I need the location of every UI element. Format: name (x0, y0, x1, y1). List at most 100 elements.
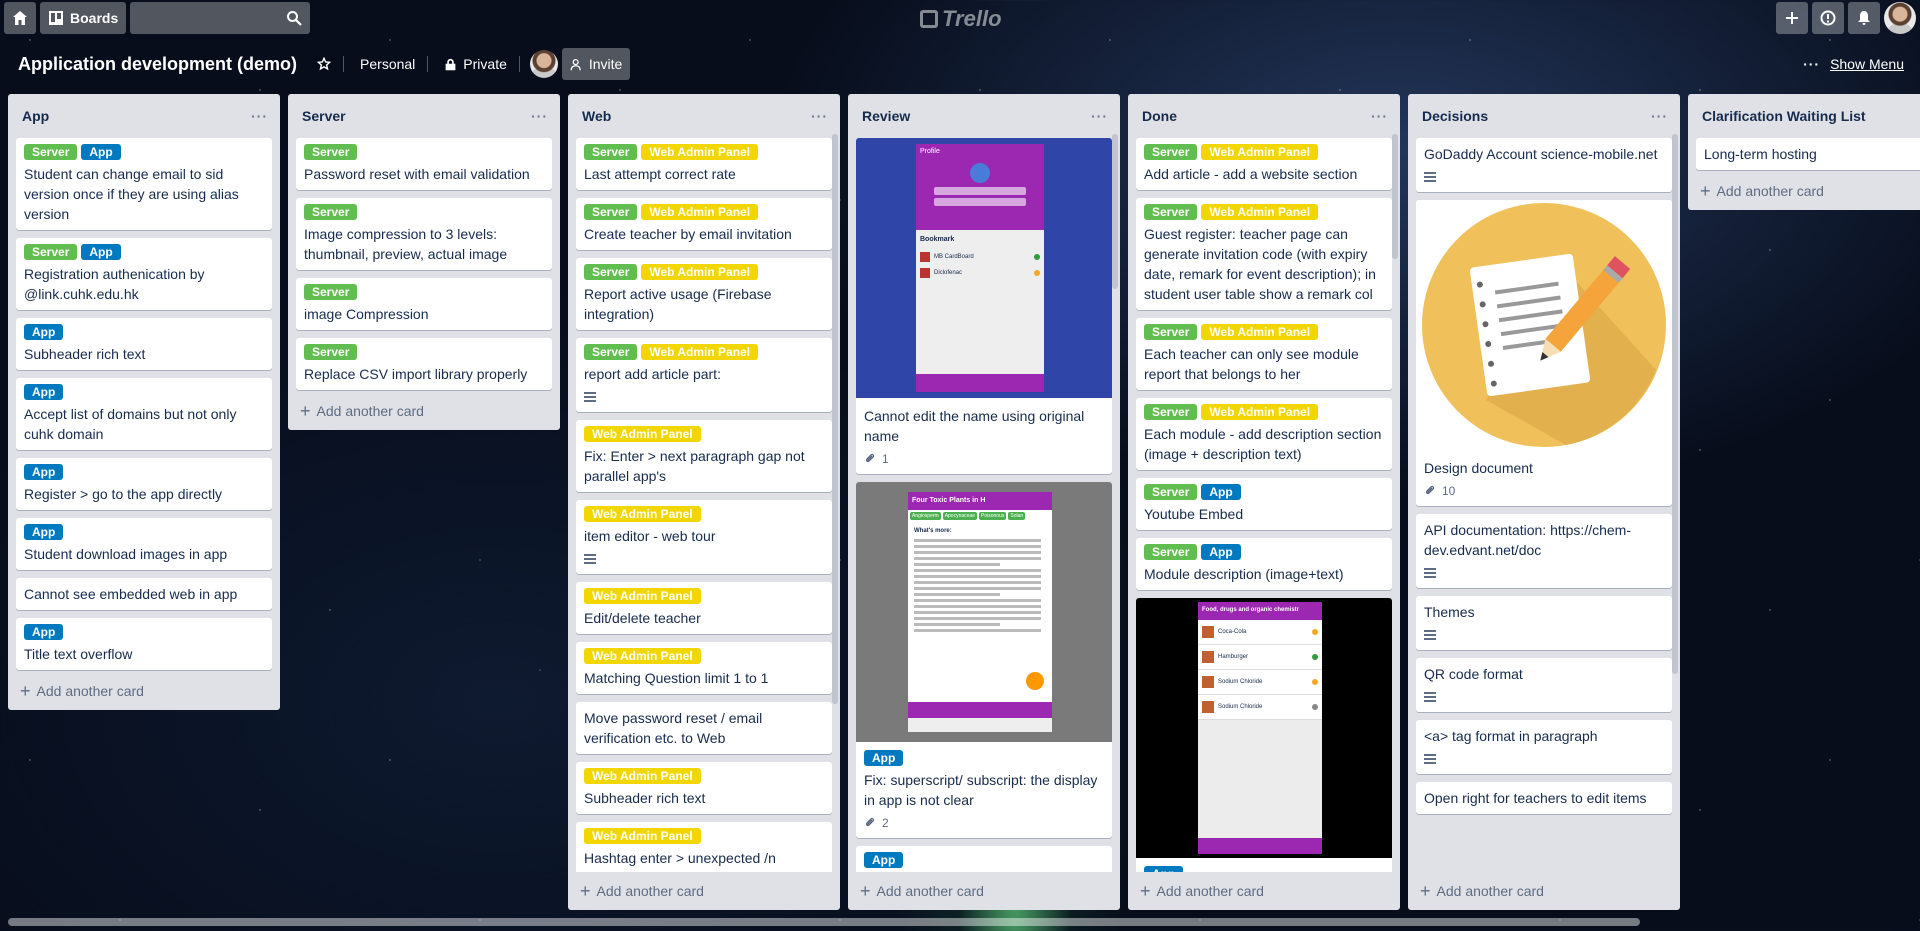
card[interactable]: Server Web Admin Panel Create teacher by e… (576, 198, 832, 250)
board-title[interactable]: Application development (demo) (10, 54, 305, 75)
notifications-button[interactable] (1848, 2, 1880, 34)
card-label[interactable]: Server (1144, 144, 1198, 160)
card[interactable]: Server App Registration authenication by @… (16, 238, 272, 310)
card-label[interactable]: App (24, 384, 64, 400)
list-name[interactable]: App (22, 108, 49, 124)
add-card-button[interactable]: + Add another card (848, 872, 1120, 910)
card-label[interactable]: Web Admin Panel (584, 648, 701, 664)
card[interactable]: Profile Bookmark MB CardBoard Diclofenac Can… (856, 138, 1112, 474)
list-menu-button[interactable]: ··· (811, 108, 828, 124)
card-label[interactable]: Server (304, 344, 358, 360)
boards-button[interactable]: Boards (40, 2, 127, 34)
trello-logo[interactable]: Trello (920, 6, 1002, 32)
card[interactable]: Design document 10 (1416, 200, 1672, 506)
show-menu-button[interactable]: ··· Show Menu (1803, 48, 1904, 80)
add-card-button[interactable]: + Add another card (288, 392, 560, 430)
card-label[interactable]: Server (1144, 204, 1198, 220)
card[interactable]: Food, drugs and organic chemistr Coca-Col… (1136, 598, 1392, 872)
card-label[interactable]: Server (584, 264, 638, 280)
card-label[interactable]: Web Admin Panel (584, 828, 701, 844)
list-menu-button[interactable]: ··· (531, 108, 548, 124)
card[interactable]: Web Admin Panel item editor - web tour (576, 500, 832, 574)
card[interactable]: Server Web Admin Panel Report active usage… (576, 258, 832, 330)
team-button[interactable]: Personal (352, 48, 423, 80)
card[interactable]: Long-term hosting (1696, 138, 1920, 170)
card[interactable]: Server App Student can change email to sid… (16, 138, 272, 230)
add-card-button[interactable]: + Add another card (8, 672, 280, 710)
card-label[interactable]: Server (584, 344, 638, 360)
card[interactable]: Server Web Admin Panel Each teacher can on… (1136, 318, 1392, 390)
list-name[interactable]: Web (582, 108, 611, 124)
create-button[interactable] (1776, 2, 1808, 34)
card[interactable]: App Title text overflow (16, 618, 272, 670)
card-label[interactable]: Web Admin Panel (584, 768, 701, 784)
card-label[interactable]: Server (1144, 324, 1198, 340)
card-label[interactable]: App (1144, 866, 1184, 872)
card-label[interactable]: Server (304, 204, 358, 220)
visibility-button[interactable]: Private (436, 48, 515, 80)
card[interactable]: Open right for teachers to edit items (1416, 782, 1672, 814)
card[interactable]: Web Admin Panel Subheader rich text (576, 762, 832, 814)
card-label[interactable]: Web Admin Panel (584, 506, 701, 522)
list-name[interactable]: Clarification Waiting List (1702, 108, 1866, 124)
card[interactable]: App Accept list of domains but not only c… (16, 378, 272, 450)
list-vertical-scrollbar[interactable] (1392, 134, 1398, 259)
card[interactable]: Server Image compression to 3 levels: thu… (296, 198, 552, 270)
card[interactable]: GoDaddy Account science-mobile.net (1416, 138, 1672, 192)
card-label[interactable]: Server (584, 204, 638, 220)
card[interactable]: Cannot see embedded web in app (16, 578, 272, 610)
card[interactable]: Server Password reset with email validati… (296, 138, 552, 190)
card-label[interactable]: Server (584, 144, 638, 160)
card-label[interactable]: App (864, 852, 904, 868)
list-name[interactable]: Review (862, 108, 910, 124)
card-label[interactable]: Web Admin Panel (1201, 144, 1319, 160)
card[interactable]: Server Web Admin Panel Each module - add d… (1136, 398, 1392, 470)
card-label[interactable]: Server (304, 144, 358, 160)
card-label[interactable]: Server (1144, 404, 1198, 420)
card[interactable]: Server image Compression (296, 278, 552, 330)
card[interactable]: Four Toxic Plants in H Angiosperm Apocynac… (856, 482, 1112, 838)
card-label[interactable]: App (1201, 484, 1241, 500)
card-label[interactable]: Server (304, 284, 358, 300)
card-label[interactable]: App (24, 524, 64, 540)
list-name[interactable]: Done (1142, 108, 1177, 124)
card-label[interactable]: Web Admin Panel (641, 144, 759, 160)
list-menu-button[interactable]: ··· (1651, 108, 1668, 124)
card[interactable]: Server App Youtube Embed (1136, 478, 1392, 530)
card[interactable]: Server Replace CSV import library properl… (296, 338, 552, 390)
card[interactable]: App Register > go to the app directly (16, 458, 272, 510)
add-card-button[interactable]: + Add another card (1688, 172, 1920, 210)
list-menu-button[interactable]: ··· (1091, 108, 1108, 124)
invite-button[interactable]: Invite (561, 48, 631, 80)
add-card-button[interactable]: + Add another card (568, 872, 840, 910)
card-label[interactable]: Web Admin Panel (584, 588, 701, 604)
card-label[interactable]: App (81, 144, 121, 160)
list-vertical-scrollbar[interactable] (832, 134, 838, 704)
card[interactable]: Server Web Admin Panel report add article … (576, 338, 832, 412)
card-label[interactable]: Web Admin Panel (641, 344, 759, 360)
card[interactable]: App Subheader rich text (16, 318, 272, 370)
card[interactable]: Web Admin Panel Hashtag enter > unexpecte… (576, 822, 832, 872)
card-label[interactable]: Web Admin Panel (584, 426, 701, 442)
list-name[interactable]: Server (302, 108, 346, 124)
card-label[interactable]: App (24, 324, 64, 340)
card[interactable]: API documentation: https://chem-dev.edva… (1416, 514, 1672, 588)
user-avatar[interactable] (1884, 2, 1916, 34)
card-label[interactable]: App (1201, 544, 1241, 560)
card[interactable]: Server Web Admin Panel Last attempt correc… (576, 138, 832, 190)
home-button[interactable] (4, 2, 36, 34)
card-label[interactable]: App (24, 624, 64, 640)
card-label[interactable]: App (864, 750, 904, 766)
card[interactable]: Web Admin Panel Fix: Enter > next paragra… (576, 420, 832, 492)
card-label[interactable]: Web Admin Panel (1201, 324, 1319, 340)
card-label[interactable]: Server (1144, 544, 1198, 560)
card[interactable]: App (856, 846, 1112, 872)
card-label[interactable]: App (81, 244, 121, 260)
card[interactable]: Web Admin Panel Edit/delete teacher (576, 582, 832, 634)
star-button[interactable] (309, 48, 339, 80)
member-avatar[interactable] (529, 50, 558, 78)
card-label[interactable]: Server (24, 244, 78, 260)
list-vertical-scrollbar[interactable] (1672, 134, 1678, 674)
search-icon[interactable] (286, 10, 303, 26)
card[interactable]: Themes (1416, 596, 1672, 650)
